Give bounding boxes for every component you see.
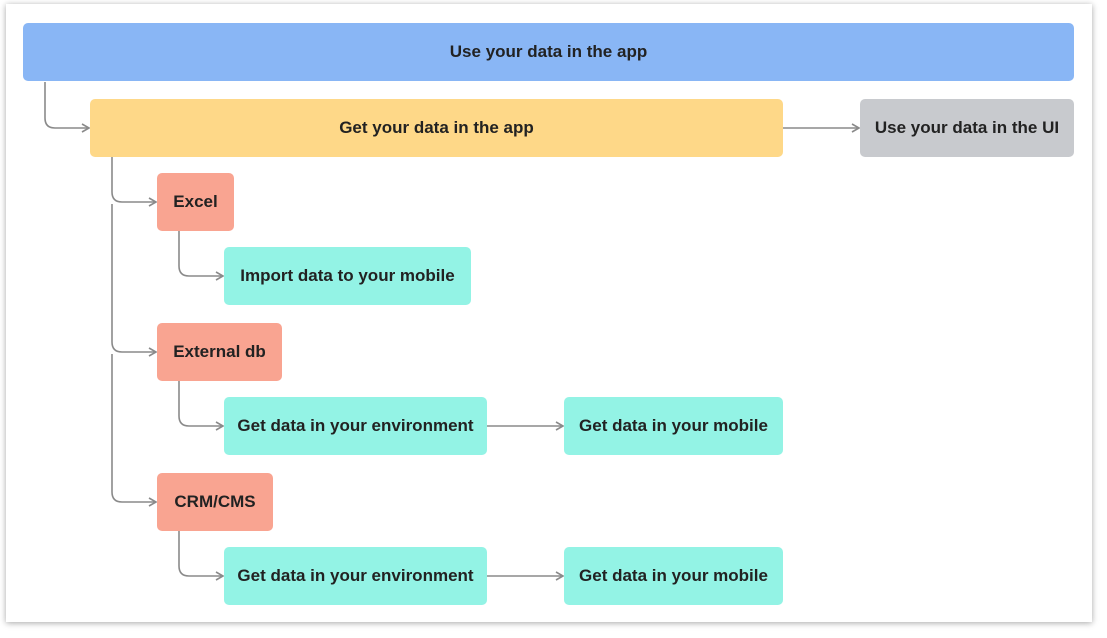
node-import-data-to-your-mobile: Import data to your mobile (224, 247, 471, 305)
connector-external-db-to-env (178, 381, 225, 431)
node-get-data-in-your-mobile: Get data in your mobile (564, 547, 783, 605)
node-external-db: External db (157, 323, 282, 381)
node-get-your-data-in-the-app: Get your data in the app (90, 99, 783, 157)
connector-to-crm-cms (111, 354, 158, 507)
node-get-data-in-your-mobile: Get data in your mobile (564, 397, 783, 455)
connector-root-to-get-data (44, 82, 91, 133)
node-use-your-data-in-the-ui: Use your data in the UI (860, 99, 1074, 157)
connector-crm-to-env (178, 531, 225, 581)
connector-to-external-db (111, 204, 158, 357)
node-get-data-in-your-environment: Get data in your environment (224, 547, 487, 605)
node-use-your-data-in-the-app: Use your data in the app (23, 23, 1074, 81)
connector-get-data-to-excel (111, 157, 158, 207)
node-excel: Excel (157, 173, 234, 231)
connectors (44, 82, 861, 581)
connector-excel-to-import (178, 231, 225, 281)
node-crm-cms: CRM/CMS (157, 473, 273, 531)
node-get-data-in-your-environment: Get data in your environment (224, 397, 487, 455)
